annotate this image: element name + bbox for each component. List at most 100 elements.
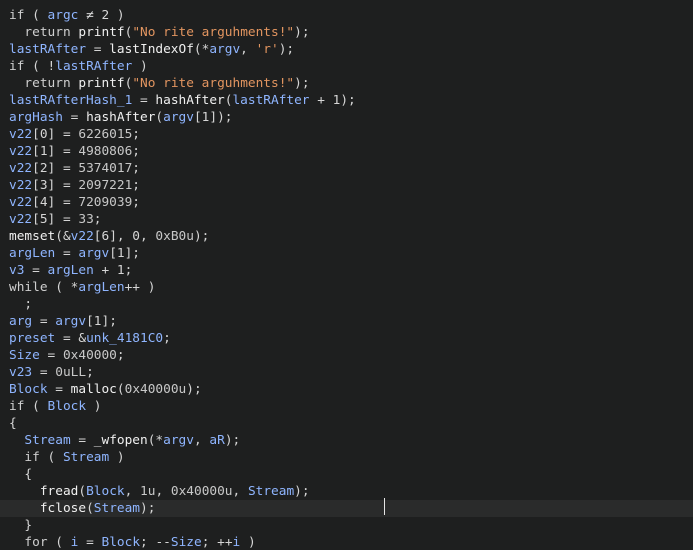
code-token: argHash <box>9 110 63 125</box>
code-line[interactable]: v3 = argLen + 1; <box>9 262 693 279</box>
code-token: { <box>9 416 17 431</box>
code-line[interactable]: preset = &unk_4181C0; <box>9 330 693 347</box>
code-token: ; ++ <box>201 535 233 550</box>
code-token: argLen <box>47 263 94 278</box>
code-line[interactable]: lastRAfterHash_1 = hashAfter(lastRAfter … <box>9 92 693 109</box>
code-token: 33 <box>78 212 94 227</box>
code-token: = <box>86 42 110 57</box>
code-token: = <box>70 433 94 448</box>
code-token: + 1); <box>309 93 356 108</box>
code-token: ; <box>132 195 141 210</box>
code-token: ( <box>47 535 71 550</box>
code-view[interactable]: if ( argc ≠ 2 ) return printf("No rite a… <box>0 7 693 550</box>
code-line[interactable]: return printf("No rite arguhments!"); <box>9 75 693 92</box>
code-line[interactable]: while ( *argLen++ ) <box>9 279 693 296</box>
code-line[interactable]: Stream = _wfopen(*argv, aR); <box>9 432 693 449</box>
code-line[interactable]: Size = 0x40000; <box>9 347 693 364</box>
code-token: [2] = <box>32 161 79 176</box>
code-line[interactable]: if ( Block ) <box>9 398 693 415</box>
code-token: v22 <box>70 229 94 244</box>
code-token: ( <box>155 110 164 125</box>
code-token: v22 <box>9 178 33 193</box>
code-token: Stream <box>247 484 295 499</box>
code-line[interactable]: memset(&v22[6], 0, 0xB0u); <box>9 228 693 245</box>
code-token: ( <box>24 8 48 23</box>
code-token: , <box>193 433 210 448</box>
code-token: for <box>24 535 48 550</box>
code-line[interactable]: if ( !lastRAfter ) <box>9 58 693 75</box>
code-token: = <box>24 263 48 278</box>
code-token: if <box>24 450 40 465</box>
code-token: ) <box>240 535 256 550</box>
code-token: (* <box>193 42 210 57</box>
code-token: return <box>24 76 71 91</box>
code-line-current[interactable]: fclose(Stream); <box>0 500 693 517</box>
code-line[interactable]: for ( i = Block; --Size; ++i ) <box>9 534 693 550</box>
code-token: { <box>9 467 33 482</box>
code-line[interactable]: v22[3] = 2097221; <box>9 177 693 194</box>
code-line[interactable]: v22[4] = 7209039; <box>9 194 693 211</box>
code-token: v22 <box>9 195 33 210</box>
code-line[interactable]: } <box>9 517 693 534</box>
code-token: Block <box>101 535 141 550</box>
code-line[interactable]: { <box>9 466 693 483</box>
code-token: ); <box>294 25 310 40</box>
code-line[interactable]: if ( argc ≠ 2 ) <box>9 7 693 24</box>
code-token: ; <box>132 144 141 159</box>
code-token: Stream <box>62 450 110 465</box>
code-token: ( ! <box>24 59 56 74</box>
code-token: lastRAfter <box>9 42 87 57</box>
text-caret <box>384 498 385 515</box>
code-line[interactable]: v22[1] = 4980806; <box>9 143 693 160</box>
code-line[interactable]: arg = argv[1]; <box>9 313 693 330</box>
code-line[interactable]: argLen = argv[1]; <box>9 245 693 262</box>
code-token: ( <box>86 501 94 516</box>
code-token: 0x40000u <box>170 484 233 499</box>
code-token: ); <box>224 433 241 448</box>
code-token: [4] = <box>32 195 79 210</box>
code-line[interactable]: Block = malloc(0x40000u); <box>9 381 693 398</box>
code-token: ) <box>132 59 148 74</box>
code-line[interactable]: v22[0] = 6226015; <box>9 126 693 143</box>
code-line[interactable]: if ( Stream ) <box>9 449 693 466</box>
code-token: 0x40000u <box>124 382 187 397</box>
code-token: hashAfter <box>155 93 225 108</box>
code-line[interactable]: v22[5] = 33; <box>9 211 693 228</box>
code-token: + 1; <box>93 263 133 278</box>
code-token: _wfopen <box>93 433 148 448</box>
code-token: aR <box>209 433 225 448</box>
code-token: ; <box>132 161 141 176</box>
code-token: fread <box>39 484 79 499</box>
code-line[interactable]: lastRAfter = lastIndexOf(*argv, 'r'); <box>9 41 693 58</box>
code-token: Size <box>170 535 202 550</box>
code-token: ≠ 2 ) <box>78 8 125 23</box>
code-line[interactable]: ; <box>9 296 693 313</box>
code-editor[interactable]: if ( argc ≠ 2 ) return printf("No rite a… <box>0 0 693 550</box>
code-token: if <box>9 59 25 74</box>
code-line[interactable]: v23 = 0uLL; <box>9 364 693 381</box>
code-token: lastRAfter <box>55 59 133 74</box>
code-token: (* <box>147 433 164 448</box>
code-token: ); <box>278 42 295 57</box>
code-line[interactable]: fread(Block, 1u, 0x40000u, Stream); <box>9 483 693 500</box>
code-line[interactable]: argHash = hashAfter(argv[1]); <box>9 109 693 126</box>
code-token: [1] = <box>32 144 79 159</box>
code-token: [5] = <box>32 212 79 227</box>
code-token: = <box>132 93 156 108</box>
code-token: , <box>124 484 141 499</box>
code-line[interactable]: v22[2] = 5374017; <box>9 160 693 177</box>
code-token: argLen <box>78 280 125 295</box>
code-token: ( <box>24 399 48 414</box>
code-token: = <box>39 348 63 363</box>
code-token: (& <box>55 229 71 244</box>
code-token: ); <box>186 382 202 397</box>
code-token: ; <box>93 212 102 227</box>
code-token: = <box>55 246 79 261</box>
code-token: argv <box>55 314 87 329</box>
code-line[interactable]: return printf("No rite arguhments!"); <box>9 24 693 41</box>
code-token: 7209039 <box>78 195 133 210</box>
code-line[interactable]: { <box>9 415 693 432</box>
